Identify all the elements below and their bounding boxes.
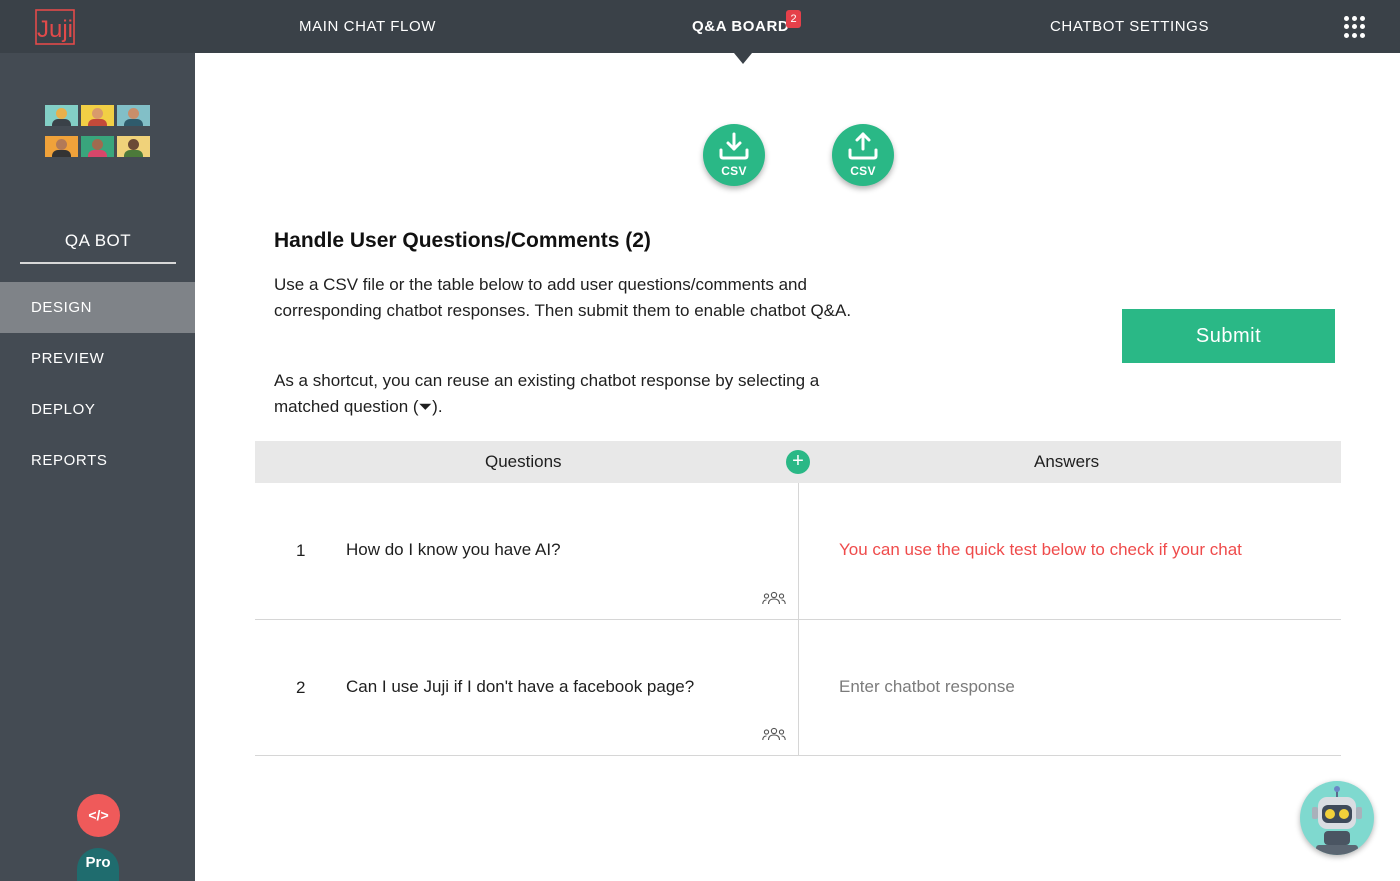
grid-icon[interactable]	[1344, 16, 1366, 38]
nav-qa-board[interactable]: Q&A BOARD	[692, 18, 789, 35]
robot-icon	[1312, 786, 1362, 855]
nav-chatbot-settings[interactable]: CHATBOT SETTINGS	[1050, 18, 1209, 35]
avatar	[117, 105, 150, 126]
add-row-button[interactable]: +	[786, 450, 810, 474]
embed-code-button[interactable]: </>	[77, 794, 120, 837]
row-divider	[255, 619, 1341, 620]
page-title: Handle User Questions/Comments (2)	[274, 229, 651, 252]
download-icon	[719, 132, 749, 160]
submit-button[interactable]: Submit	[1122, 309, 1335, 363]
nav-main-chat-flow[interactable]: MAIN CHAT FLOW	[299, 18, 436, 35]
row-divider	[255, 755, 1341, 756]
juji-logo-icon: Juji	[35, 9, 75, 45]
csv-download-button[interactable]: CSV	[703, 124, 765, 186]
juji-logo[interactable]: Juji	[34, 8, 76, 46]
sidebar-item-reports[interactable]: REPORTS	[0, 435, 195, 486]
sidebar-item-deploy[interactable]: DEPLOY	[0, 384, 195, 435]
sidebar-item-preview[interactable]: PREVIEW	[0, 333, 195, 384]
users-icon[interactable]	[762, 591, 786, 605]
bot-name-underline	[20, 262, 176, 264]
bot-name[interactable]: QA BOT	[20, 231, 176, 251]
chatbot-launcher-button[interactable]	[1300, 781, 1374, 855]
csv-upload-button[interactable]: CSV	[832, 124, 894, 186]
avatar	[45, 105, 78, 126]
upload-icon	[848, 132, 878, 160]
questions-column-header: Questions	[485, 452, 562, 471]
page-description: Use a CSV file or the table below to add…	[274, 275, 852, 320]
active-tab-caret	[734, 53, 752, 64]
sidebar: QA BOT DESIGN PREVIEW DEPLOY REPORTS </>…	[0, 53, 195, 881]
answer-field[interactable]: Enter chatbot response	[839, 677, 1291, 697]
avatar	[117, 136, 150, 157]
answer-field[interactable]: You can use the quick test below to chec…	[839, 540, 1291, 560]
users-icon[interactable]	[762, 727, 786, 741]
question-field[interactable]: Can I use Juji if I don't have a faceboo…	[346, 677, 694, 697]
sidebar-item-design[interactable]: DESIGN	[0, 282, 195, 333]
svg-text:Juji: Juji	[37, 16, 73, 43]
bot-avatar-collage	[45, 105, 151, 157]
top-navbar: Juji MAIN CHAT FLOW Q&A BOARD 2 CHATBOT …	[0, 0, 1400, 53]
csv-upload-label: CSV	[850, 164, 876, 178]
avatar	[81, 105, 114, 126]
row-number: 2	[296, 678, 306, 697]
qa-board-count-badge: 2	[786, 10, 801, 28]
answers-column-header: Answers	[1034, 452, 1100, 471]
shortcut-hint: As a shortcut, you can reuse an existing…	[274, 371, 820, 416]
pro-plan-badge[interactable]: Pro	[77, 848, 119, 881]
avatar	[45, 136, 78, 157]
csv-download-label: CSV	[721, 164, 747, 178]
row-number: 1	[296, 541, 306, 560]
question-field[interactable]: How do I know you have AI?	[346, 540, 561, 560]
avatar	[81, 136, 114, 157]
